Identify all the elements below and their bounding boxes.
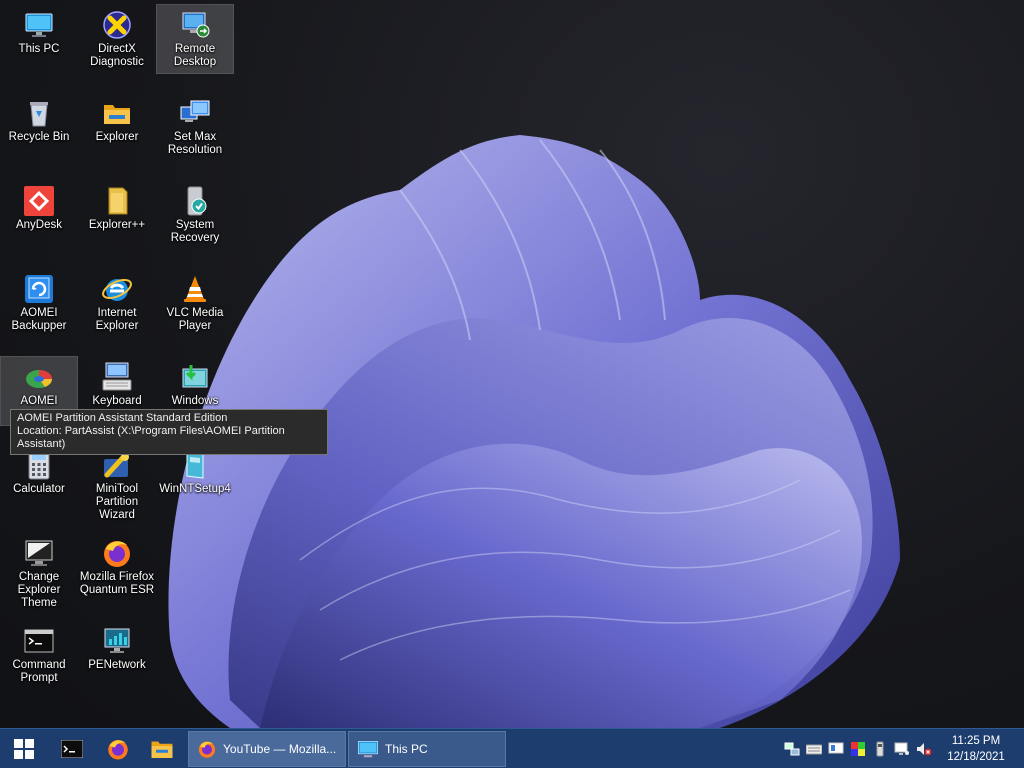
start-button[interactable] (6, 732, 42, 766)
keyboard-icon[interactable] (805, 741, 823, 757)
desktop-icon-label: VLC Media Player (166, 307, 224, 332)
display-icon[interactable] (828, 741, 844, 757)
desktop-icon-vlc[interactable]: VLC Media Player (156, 268, 234, 338)
pinned-explorer[interactable] (146, 732, 178, 766)
desktop-icon-recycle-bin[interactable]: Recycle Bin (0, 92, 78, 162)
monitor-icon (358, 741, 378, 758)
desktop-icon-change-theme[interactable]: Change Explorer Theme (0, 532, 78, 609)
usb-icon[interactable] (872, 741, 888, 757)
remote-desktop-icon (179, 9, 211, 41)
desktop-icon-label: PENetwork (88, 659, 146, 671)
desktop-icon-label: Internet Explorer (95, 307, 139, 332)
partition-assistant-icon (23, 361, 55, 393)
desktop-icon-label: Explorer++ (88, 219, 146, 231)
desktop-icon-label: Command Prompt (12, 659, 66, 684)
volume-muted-icon[interactable] (916, 741, 932, 757)
desktop-icon-penetwork[interactable]: PENetwork (78, 620, 156, 690)
folder-icon (151, 741, 173, 758)
desktop-icon-label: Calculator (13, 483, 65, 495)
desktop-icon-label: Remote Desktop (173, 43, 217, 68)
tooltip-location: Location: PartAssist (X:\Program Files\A… (17, 425, 285, 450)
clock-date: 12/18/2021 (947, 751, 1005, 763)
desktop-icon-label: AOMEI Backupper (11, 307, 67, 332)
desktop-icon-label: System Recovery (170, 219, 220, 244)
monitor-icon (23, 9, 55, 41)
desktop-icon-aomei-backupper[interactable]: AOMEI Backupper (0, 268, 78, 338)
anydesk-icon (23, 185, 55, 217)
desktop-icon-internet-explorer[interactable]: Internet Explorer (78, 268, 156, 338)
desktop-icon-label: DirectX Diagnostic (90, 43, 144, 68)
clock-time: 11:25 PM (951, 735, 1001, 747)
command-prompt-icon (61, 740, 83, 758)
color-icon[interactable] (850, 741, 866, 757)
taskbar-clock[interactable]: 11:25 PM 12/18/2021 (936, 733, 1016, 765)
firefox-icon (198, 741, 216, 758)
folder-plus-icon (101, 185, 133, 217)
network-icon (101, 625, 133, 657)
desktop-icon-label: Explorer (95, 131, 139, 143)
windows-install-icon (179, 361, 211, 393)
backupper-icon (23, 273, 55, 305)
windows-logo-icon (14, 739, 34, 759)
desktop-icon-label: Windows (171, 395, 219, 407)
desktop-icon-this-pc[interactable]: This PC (0, 4, 78, 74)
desktop-icon-label: Recycle Bin (8, 131, 70, 143)
desktop-icon-firefox[interactable]: Mozilla Firefox Quantum ESR (78, 532, 156, 602)
folder-icon (101, 97, 133, 129)
vlc-icon (179, 273, 211, 305)
desktop-icon-directx[interactable]: DirectX Diagnostic (78, 4, 156, 74)
desktop-icon-label: Keyboard (92, 395, 142, 407)
desktop-icon-system-recovery[interactable]: System Recovery (156, 180, 234, 250)
firefox-icon (101, 537, 133, 569)
system-recovery-icon (179, 185, 211, 217)
monitor-net-icon[interactable] (894, 741, 910, 757)
taskbar: YouTube — Mozilla... This PC 11:25 PM 12… (0, 728, 1024, 768)
command-prompt-icon (23, 625, 55, 657)
keyboard-icon (101, 361, 133, 393)
desktop-icon-set-max-resolution[interactable]: Set Max Resolution (156, 92, 234, 162)
pinned-firefox[interactable] (102, 732, 134, 766)
task-this-pc[interactable]: This PC (348, 731, 506, 767)
desktop-icon-explorer[interactable]: Explorer (78, 92, 156, 162)
theme-monitor-icon (23, 537, 55, 569)
task-label: YouTube — Mozilla... (223, 742, 337, 756)
desktop-icon-grid: This PC DirectX Diagnostic Remote Deskto… (0, 0, 240, 728)
system-tray (784, 740, 932, 758)
desktop-icon-label: MiniTool Partition Wizard (95, 483, 139, 521)
desktop-icon-label: Mozilla Firefox Quantum ESR (79, 571, 155, 596)
desktop-icon-explorer-plus[interactable]: Explorer++ (78, 180, 156, 250)
network-status-icon[interactable] (784, 741, 800, 757)
desktop-icon-label: This PC (18, 43, 60, 55)
task-firefox-youtube[interactable]: YouTube — Mozilla... (188, 731, 346, 767)
desktop-icon-label: Change Explorer Theme (17, 571, 61, 609)
internet-explorer-icon (101, 273, 133, 305)
firefox-icon (108, 740, 128, 760)
task-label: This PC (385, 742, 428, 756)
desktop-icon-anydesk[interactable]: AnyDesk (0, 180, 78, 250)
directx-icon (101, 9, 133, 41)
desktop-icon-label: WinNTSetup4 (159, 483, 231, 495)
desktop-icon-label: Set Max Resolution (167, 131, 223, 156)
desktop-icon-command-prompt[interactable]: Command Prompt (0, 620, 78, 690)
desktop-icon-label: AOMEI (20, 395, 58, 407)
desktop-icon-label: AnyDesk (15, 219, 63, 231)
display-settings-icon (179, 97, 211, 129)
tooltip-title: AOMEI Partition Assistant Standard Editi… (17, 412, 228, 424)
desktop-icon-remote-desktop[interactable]: Remote Desktop (156, 4, 234, 74)
pinned-command-prompt[interactable] (56, 732, 88, 766)
recycle-bin-icon (23, 97, 55, 129)
icon-tooltip: AOMEI Partition Assistant Standard Editi… (10, 409, 328, 455)
